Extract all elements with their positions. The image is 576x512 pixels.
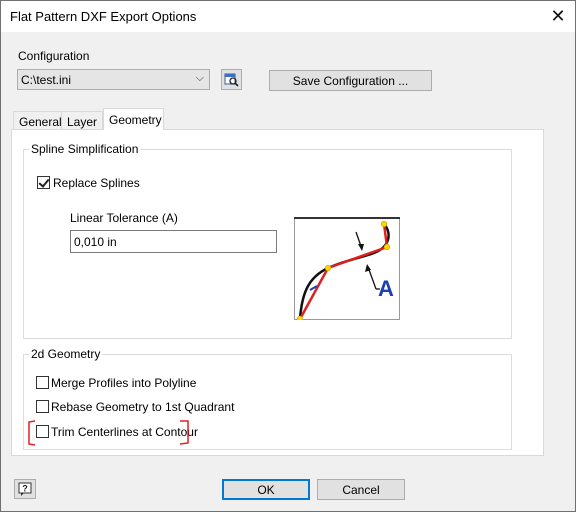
svg-text:?: ? <box>22 484 28 494</box>
tolerance-a-label: A <box>378 276 394 301</box>
chevron-down-icon: ⌵ <box>195 72 204 84</box>
configuration-value: C:\test.ini <box>21 73 72 87</box>
replace-splines-checkbox[interactable] <box>37 176 50 189</box>
save-configuration-label: Save Configuration ... <box>292 73 409 88</box>
tab-general-label: General <box>19 115 62 129</box>
browse-config-button[interactable] <box>221 69 242 90</box>
spline-tolerance-diagram: A <box>294 217 400 323</box>
tab-geometry[interactable]: Geometry <box>103 108 164 130</box>
linear-tolerance-field[interactable] <box>70 230 277 253</box>
merge-profiles-checkbox[interactable] <box>36 376 49 389</box>
tab-layer[interactable]: Layer <box>61 111 103 129</box>
rebase-geometry-label: Rebase Geometry to 1st Quadrant <box>51 400 235 414</box>
spline-simplification-title: Spline Simplification <box>29 142 141 156</box>
tab-geometry-label: Geometry <box>109 113 162 127</box>
title-bar: Flat Pattern DXF Export Options ✕ <box>1 1 575 32</box>
linear-tolerance-input[interactable] <box>74 235 264 249</box>
tab-general[interactable]: General <box>13 111 62 129</box>
save-configuration-button[interactable]: Save Configuration ... <box>269 70 432 91</box>
spline-diagram-graphic <box>294 217 400 323</box>
configuration-select[interactable]: C:\test.ini ⌵ <box>17 69 210 90</box>
close-button[interactable]: ✕ <box>541 1 575 32</box>
browse-icon <box>224 73 239 87</box>
configuration-label: Configuration <box>18 49 90 63</box>
linear-tolerance-label: Linear Tolerance (A) <box>70 211 178 225</box>
cancel-label: Cancel <box>342 482 380 497</box>
help-button[interactable]: ? <box>14 479 36 499</box>
ok-button[interactable]: OK <box>222 479 310 500</box>
rebase-geometry-checkbox[interactable] <box>36 400 49 413</box>
geometry-2d-title: 2d Geometry <box>29 347 103 361</box>
dialog-window: Flat Pattern DXF Export Options ✕ Config… <box>0 0 576 512</box>
replace-splines-label: Replace Splines <box>53 176 140 190</box>
close-icon: ✕ <box>550 6 566 26</box>
merge-profiles-label: Merge Profiles into Polyline <box>51 376 197 390</box>
highlight-bracket-marks <box>28 420 189 446</box>
ok-label: OK <box>257 482 275 497</box>
help-icon: ? <box>18 482 32 496</box>
window-title: Flat Pattern DXF Export Options <box>10 9 197 24</box>
cancel-button[interactable]: Cancel <box>317 479 405 500</box>
tab-layer-label: Layer <box>67 115 98 129</box>
